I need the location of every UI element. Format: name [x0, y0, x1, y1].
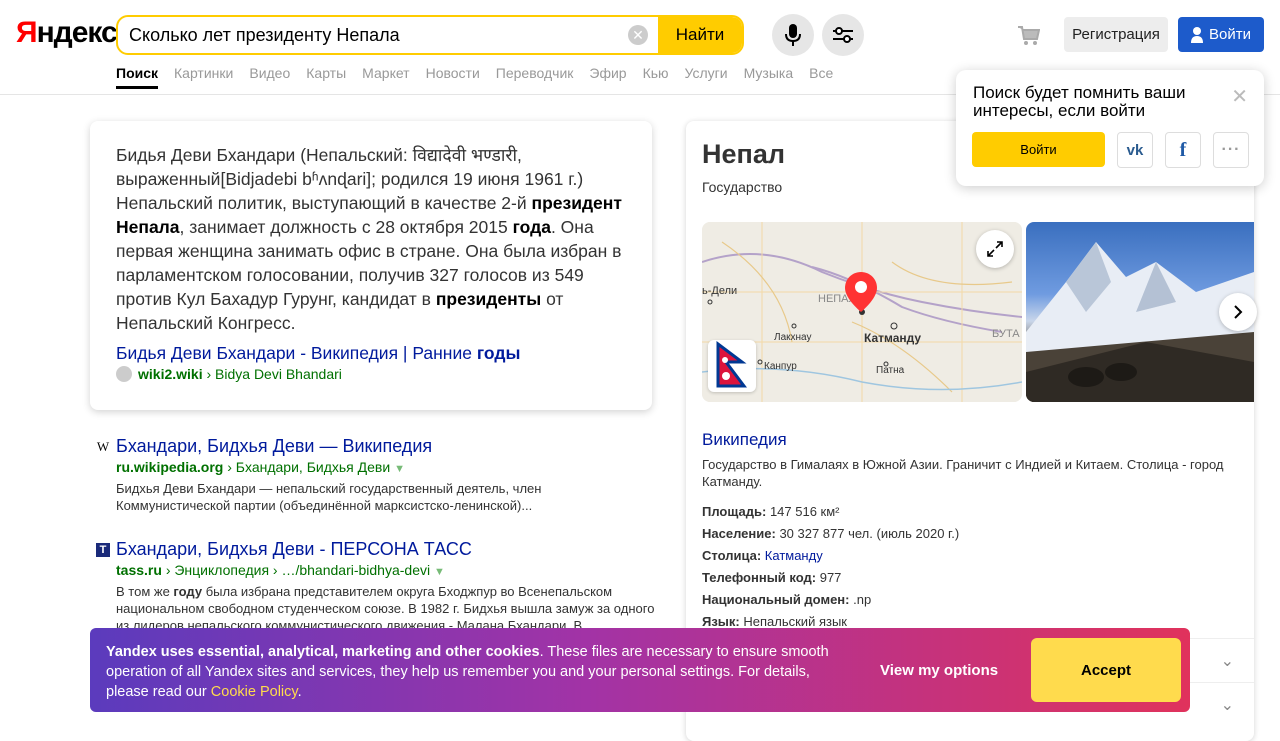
- microphone-button[interactable]: [772, 14, 814, 56]
- site-favicon-icon: [116, 366, 132, 382]
- tab-images[interactable]: Картинки: [174, 65, 233, 89]
- result-url[interactable]: ru.wikipedia.org › Бхандари, Бидхья Деви…: [116, 459, 656, 475]
- map-label-kanpur: Канпур: [764, 361, 797, 372]
- facebook-login-icon[interactable]: f: [1165, 132, 1201, 168]
- vk-login-icon[interactable]: vk: [1117, 132, 1153, 168]
- tab-translate[interactable]: Переводчик: [496, 65, 574, 89]
- accept-button[interactable]: Accept: [1031, 638, 1181, 702]
- tab-search[interactable]: Поиск: [116, 65, 159, 89]
- entity-subtitle: Государство: [702, 179, 783, 195]
- tab-services[interactable]: Услуги: [685, 65, 728, 89]
- entity-description: Государство в Гималаях в Южной Азии. Гра…: [702, 457, 1224, 489]
- cookie-policy-link[interactable]: Cookie Policy: [211, 684, 298, 700]
- find-button[interactable]: Найти: [658, 17, 742, 53]
- map-label-lucknow: Лакхнау: [774, 332, 812, 343]
- url-menu-arrow-icon[interactable]: ▼: [394, 463, 405, 475]
- tab-q[interactable]: Кью: [643, 65, 669, 89]
- expand-icon: [987, 241, 1003, 257]
- cart-icon[interactable]: [1018, 26, 1041, 51]
- tab-all[interactable]: Все: [809, 65, 833, 89]
- expand-map-button[interactable]: [976, 230, 1014, 268]
- login-popup: Поиск будет помнить ваши интересы, если …: [956, 70, 1264, 186]
- fact-phone-code: Телефонный код: 977: [702, 570, 842, 585]
- nepal-flag-icon: [708, 340, 756, 392]
- chevron-right-icon: [1234, 305, 1243, 319]
- tab-video[interactable]: Видео: [249, 65, 290, 89]
- map-label-kathmandu: Катманду: [864, 331, 922, 345]
- entity-facts: Площадь: 147 516 км² Население: 30 327 8…: [702, 501, 959, 633]
- entity-map[interactable]: ь-Дели НЕПАЛ Лакхнау Катманду Канпур Пат…: [702, 222, 1022, 402]
- logo-letter: Я: [16, 16, 38, 49]
- close-icon[interactable]: ✕: [1231, 84, 1248, 109]
- user-icon: [1191, 26, 1203, 43]
- next-image-button[interactable]: [1219, 293, 1257, 331]
- wikipedia-link[interactable]: Википедия: [702, 430, 787, 450]
- url-menu-arrow-icon[interactable]: ▼: [434, 566, 445, 578]
- result-title-link[interactable]: Бхандари, Бидхья Деви - ПЕРСОНА ТАСС: [116, 539, 656, 560]
- featured-snippet: Бидья Деви Бхандари (Непальский: विद्याद…: [90, 121, 652, 410]
- tab-market[interactable]: Маркет: [362, 65, 409, 89]
- cookie-banner: Yandex uses essential, analytical, marke…: [90, 628, 1190, 712]
- microphone-icon: [785, 24, 801, 46]
- map-pin-icon: [845, 272, 877, 312]
- logo-text: ндекс: [36, 16, 118, 49]
- chevron-down-icon: ⌄: [1220, 697, 1234, 714]
- fact-capital: Столица: Катманду: [702, 548, 823, 563]
- result-url[interactable]: tass.ru › Энциклопедия › …/bhandari-bidh…: [116, 562, 656, 578]
- filters-icon: [833, 27, 853, 43]
- map-label-delhi: ь-Дели: [702, 285, 738, 297]
- fact-domain: Национальный домен: .np: [702, 592, 872, 607]
- tab-music[interactable]: Музыка: [744, 65, 794, 89]
- more-icon[interactable]: ···: [1213, 132, 1249, 168]
- search-tabs: Поиск Картинки Видео Карты Маркет Новост…: [116, 65, 833, 89]
- yandex-logo[interactable]: Яндекс: [16, 16, 118, 50]
- chevron-down-icon: ⌄: [1220, 653, 1234, 670]
- tab-efir[interactable]: Эфир: [589, 65, 626, 89]
- fact-population: Население: 30 327 877 чел. (июль 2020 г.…: [702, 526, 960, 541]
- snippet-source[interactable]: wiki2.wiki › Bidya Devi Bhandari: [116, 366, 626, 382]
- popup-login-button[interactable]: Войти: [972, 132, 1105, 167]
- snippet-text: Бидья Деви Бхандари (Непальский: विद्याद…: [116, 145, 622, 333]
- view-options-button[interactable]: View my options: [880, 662, 998, 679]
- map-label-bhutan: БУТА: [992, 328, 1020, 340]
- popup-message: Поиск будет помнить ваши интересы, если …: [973, 83, 1186, 120]
- clear-icon[interactable]: ✕: [628, 25, 648, 45]
- search-box: ✕ Найти: [116, 15, 744, 55]
- search-result: T Бхандари, Бидхья Деви - ПЕРСОНА ТАСС t…: [96, 539, 656, 634]
- login-button[interactable]: Войти: [1178, 17, 1264, 52]
- cookie-text: Yandex uses essential, analytical, marke…: [106, 644, 829, 700]
- fact-area: Площадь: 147 516 км²: [702, 504, 840, 519]
- wikipedia-icon: W: [96, 439, 110, 454]
- tass-icon: T: [96, 543, 110, 557]
- tab-maps[interactable]: Карты: [306, 65, 346, 89]
- register-button[interactable]: Регистрация: [1064, 17, 1168, 52]
- filters-button[interactable]: [822, 14, 864, 56]
- result-description: В том же году была избрана представителе…: [116, 584, 655, 633]
- tab-news[interactable]: Новости: [426, 65, 480, 89]
- result-title-link[interactable]: Бхандари, Бидхья Деви — Википедия: [116, 436, 656, 457]
- entity-title: Непал: [702, 139, 785, 169]
- login-label: Войти: [1209, 26, 1251, 43]
- result-description: Бидхья Деви Бхандари — непальский госуда…: [116, 481, 542, 513]
- search-input[interactable]: [118, 17, 628, 53]
- capital-link[interactable]: Катманду: [765, 548, 823, 563]
- search-result: W Бхандари, Бидхья Деви — Википедия ru.w…: [96, 436, 656, 514]
- map-label-patna: Патна: [876, 365, 905, 376]
- snippet-link[interactable]: Бидья Деви Бхандари - Википедия | Ранние…: [116, 343, 626, 364]
